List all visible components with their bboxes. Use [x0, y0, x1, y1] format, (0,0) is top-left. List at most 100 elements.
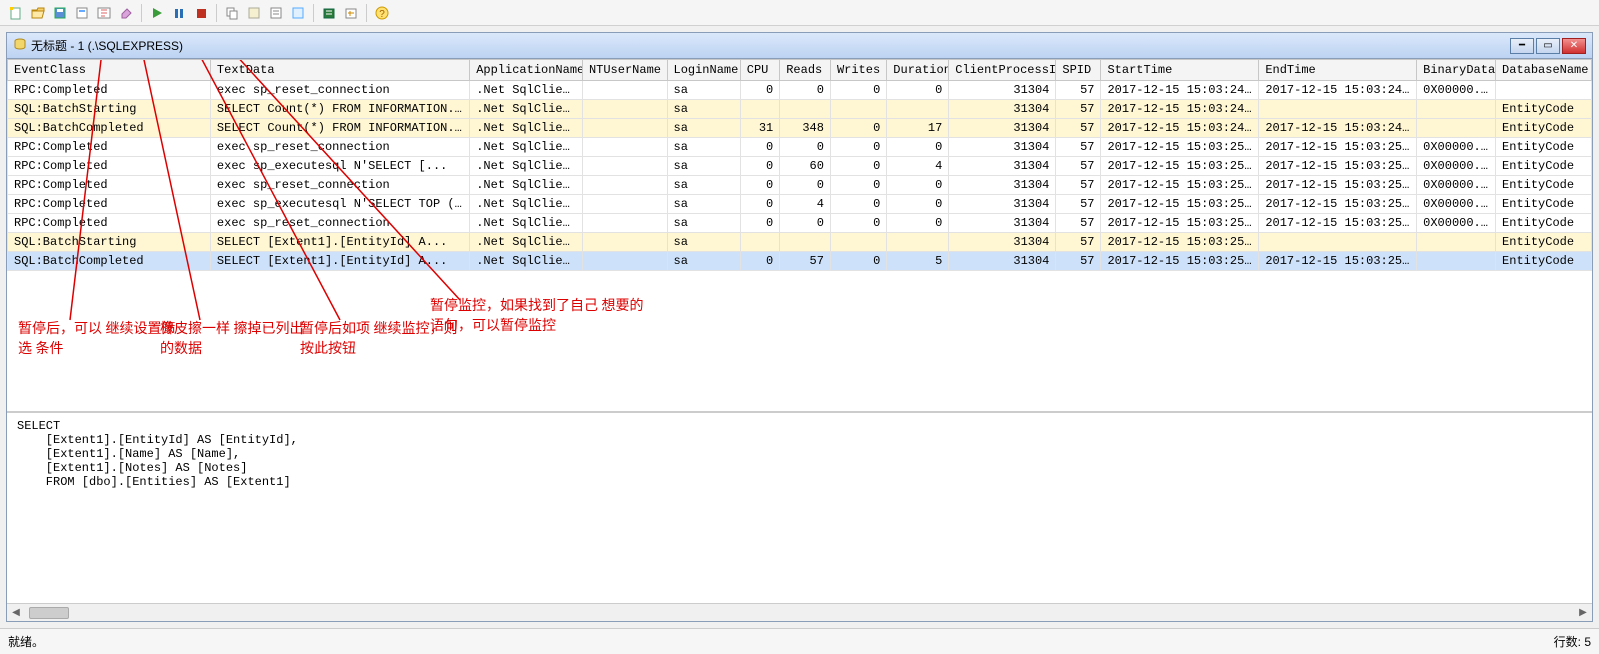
cell: 31304	[949, 138, 1056, 157]
column-header[interactable]: EndTime	[1259, 60, 1417, 81]
scroll-right-icon[interactable]: ▶	[1574, 607, 1592, 618]
scroll-left-icon[interactable]: ◀	[7, 607, 25, 618]
cell: 2017-12-15 15:03:25...	[1259, 138, 1417, 157]
column-header[interactable]: ClientProcessID	[949, 60, 1056, 81]
cell: 31304	[949, 252, 1056, 271]
column-header[interactable]: EventClass	[8, 60, 211, 81]
cell	[1417, 252, 1496, 271]
help-button[interactable]: ?	[372, 3, 392, 23]
column-header[interactable]: Reads	[780, 60, 831, 81]
cell: 4	[780, 195, 831, 214]
template-button[interactable]	[244, 3, 264, 23]
cell: 31304	[949, 157, 1056, 176]
sql-detail-pane[interactable]: SELECT [Extent1].[EntityId] AS [EntityId…	[7, 412, 1592, 603]
status-bar: 就绪。 行数: 5	[0, 628, 1599, 654]
cell: 57	[1056, 233, 1101, 252]
cell: 0X00000...	[1417, 81, 1496, 100]
cell: 0X00000...	[1417, 157, 1496, 176]
cell: 57	[1056, 195, 1101, 214]
cell	[582, 176, 667, 195]
cell	[780, 100, 831, 119]
cell: .Net SqlClie...	[470, 81, 583, 100]
column-header[interactable]: NTUserName	[582, 60, 667, 81]
toolbar-separator	[141, 4, 142, 22]
column-header[interactable]: DatabaseName	[1496, 60, 1592, 81]
cell: 2017-12-15 15:03:25...	[1259, 157, 1417, 176]
column-header[interactable]: StartTime	[1101, 60, 1259, 81]
table-row[interactable]: RPC:Completedexec sp_reset_connection.Ne…	[8, 138, 1592, 157]
table-row[interactable]: SQL:BatchStartingSELECT [Extent1].[Entit…	[8, 233, 1592, 252]
close-button[interactable]: ✕	[1562, 38, 1586, 54]
save-button[interactable]	[50, 3, 70, 23]
cell: .Net SqlClie...	[470, 176, 583, 195]
cell	[887, 100, 949, 119]
document-titlebar[interactable]: 无标题 - 1 (.\SQLEXPRESS) ━ ▭ ✕	[7, 33, 1592, 59]
filter-button[interactable]	[94, 3, 114, 23]
table-row[interactable]: SQL:BatchCompleted SELECT Count(*) FROM …	[8, 119, 1592, 138]
cell: 0	[887, 81, 949, 100]
aggregate-button[interactable]	[341, 3, 361, 23]
cell: RPC:Completed	[8, 138, 211, 157]
table-row[interactable]: RPC:Completedexec sp_executesql N'SELECT…	[8, 195, 1592, 214]
cell: SQL:BatchCompleted	[8, 252, 211, 271]
table-row[interactable]: RPC:Completedexec sp_reset_connection.Ne…	[8, 81, 1592, 100]
maximize-button[interactable]: ▭	[1536, 38, 1560, 54]
cell: RPC:Completed	[8, 176, 211, 195]
cell: 2017-12-15 15:03:24...	[1101, 100, 1259, 119]
column-header[interactable]: CPU	[740, 60, 779, 81]
document-title: 无标题 - 1 (.\SQLEXPRESS)	[31, 37, 183, 54]
cell: 0	[780, 214, 831, 233]
cell: .Net SqlClie...	[470, 195, 583, 214]
cell: exec sp_executesql N'SELECT TOP (1)...	[210, 195, 469, 214]
column-header[interactable]: BinaryData	[1417, 60, 1496, 81]
column-header[interactable]: LoginName	[667, 60, 740, 81]
cell: 2017-12-15 15:03:24...	[1259, 119, 1417, 138]
cell: 0	[830, 176, 886, 195]
export-button[interactable]	[319, 3, 339, 23]
column-header[interactable]: TextData	[210, 60, 469, 81]
column-header[interactable]: Duration	[887, 60, 949, 81]
cell: RPC:Completed	[8, 214, 211, 233]
column-header[interactable]: Writes	[830, 60, 886, 81]
properties-button[interactable]	[72, 3, 92, 23]
cell: 2017-12-15 15:03:25...	[1101, 195, 1259, 214]
cell	[582, 138, 667, 157]
cell: 0	[740, 252, 779, 271]
minimize-button[interactable]: ━	[1510, 38, 1534, 54]
cell: 0	[830, 81, 886, 100]
table-row[interactable]: RPC:Completedexec sp_reset_connection.Ne…	[8, 214, 1592, 233]
cell: 0	[830, 138, 886, 157]
stop-button[interactable]	[191, 3, 211, 23]
window-button[interactable]	[288, 3, 308, 23]
eraser-button[interactable]	[116, 3, 136, 23]
trace-grid-wrapper: EventClassTextDataApplicationNameNTUserN…	[7, 59, 1592, 412]
pause-button[interactable]	[169, 3, 189, 23]
cell: exec sp_reset_connection	[210, 81, 469, 100]
column-header[interactable]: ApplicationName	[470, 60, 583, 81]
cell: EntityCode	[1496, 157, 1592, 176]
grid-header-row[interactable]: EventClassTextDataApplicationNameNTUserN…	[8, 60, 1592, 81]
table-row[interactable]: RPC:Completedexec sp_reset_connection.Ne…	[8, 176, 1592, 195]
scroll-thumb[interactable]	[29, 607, 69, 619]
svg-text:?: ?	[379, 9, 385, 20]
trace-grid[interactable]: EventClassTextDataApplicationNameNTUserN…	[7, 59, 1592, 271]
cell: 0	[830, 252, 886, 271]
column-header[interactable]: SPID	[1056, 60, 1101, 81]
cell: 57	[1056, 176, 1101, 195]
select-button[interactable]	[266, 3, 286, 23]
table-row[interactable]: SQL:BatchCompletedSELECT [Extent1].[Enti…	[8, 252, 1592, 271]
cell: .Net SqlClie...	[470, 214, 583, 233]
cell: exec sp_reset_connection	[210, 214, 469, 233]
table-row[interactable]: RPC:Completedexec sp_executesql N'SELECT…	[8, 157, 1592, 176]
cell	[740, 100, 779, 119]
toolbar-separator	[313, 4, 314, 22]
table-row[interactable]: SQL:BatchStarting SELECT Count(*) FROM I…	[8, 100, 1592, 119]
cell: 0X00000...	[1417, 195, 1496, 214]
open-button[interactable]	[28, 3, 48, 23]
new-trace-button[interactable]	[6, 3, 26, 23]
play-button[interactable]	[147, 3, 167, 23]
copy-button[interactable]	[222, 3, 242, 23]
cell	[582, 119, 667, 138]
cell: EntityCode	[1496, 138, 1592, 157]
horizontal-scrollbar[interactable]: ◀ ▶	[7, 603, 1592, 621]
